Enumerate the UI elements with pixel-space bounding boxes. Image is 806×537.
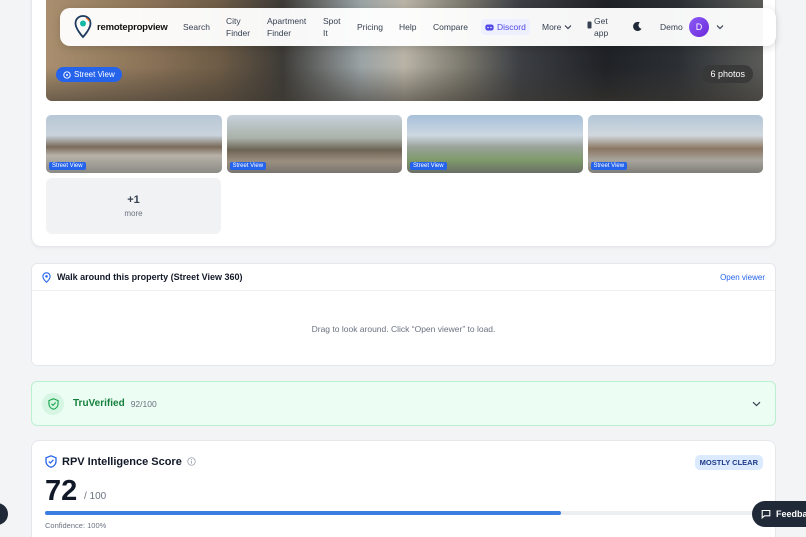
more-photos-label: more [124,209,143,218]
truverified-accordion[interactable]: TruVerified 92/100 [31,381,776,426]
nav-more-label: More [542,22,562,32]
street-view-360-header: Walk around this property (Street View 3… [32,264,775,291]
chat-bubble-icon [761,509,771,519]
thumbnail-3[interactable]: Street View [407,115,583,173]
thumbnail-4[interactable]: Street View [587,115,763,173]
more-photos-button[interactable]: +1 more [46,178,221,234]
user-avatar[interactable]: D [689,17,709,37]
chevron-down-icon[interactable] [752,401,761,407]
truverified-shield-icon [42,392,64,415]
intelligence-score-title: RPV Intelligence Score [62,456,182,468]
nav-discord-label: Discord [497,22,526,32]
shield-icon [45,455,57,468]
nav-more[interactable]: More [542,21,572,33]
discord-icon [485,24,494,30]
feedback-button[interactable]: Feedback [752,501,806,527]
nav-compare[interactable]: Compare [433,21,468,33]
open-viewer-link[interactable]: Open viewer [720,273,765,282]
nav-help[interactable]: Help [399,21,416,33]
street-view-360-hint[interactable]: Drag to look around. Click “Open viewer”… [32,324,775,334]
score-value: 72 [45,475,78,507]
feedback-label: Feedback [776,509,806,519]
more-photos-count: +1 [127,194,140,206]
user-menu-chevron-down-icon[interactable] [716,24,724,30]
nav-search[interactable]: Search [183,21,210,33]
thumb-street-view-badge: Street View [229,162,267,170]
thumbnail-2[interactable]: Street View [226,115,402,173]
street-view-icon [63,70,71,79]
score-max: / 100 [84,491,107,502]
street-view-360-title: Walk around this property (Street View 3… [57,272,243,282]
intelligence-score-card: RPV Intelligence Score MOSTLY CLEAR 72 /… [31,440,776,537]
thumbnail-1[interactable]: Street View [46,115,222,173]
map-pin-icon [42,271,51,283]
photos-count-badge[interactable]: 6 photos [702,65,753,83]
chevron-down-icon [564,25,572,30]
logo[interactable]: remotepropview [74,15,179,39]
status-badge: MOSTLY CLEAR [694,455,763,470]
top-navbar: remotepropview Search City Finder Apartm… [60,8,776,46]
user-name[interactable]: Demo [660,21,683,33]
nav-get-app-label: Get app [594,16,609,38]
confidence-text: Confidence: 100% [45,521,107,530]
logo-text: remotepropview [97,21,168,33]
street-view-badge-label: Street View [74,70,115,79]
floating-action-button[interactable] [0,503,8,525]
truverified-title: TruVerified [73,398,125,409]
street-view-badge: Street View [56,67,122,82]
thumb-street-view-badge: Street View [410,162,447,170]
street-view-360-card: Walk around this property (Street View 3… [31,263,776,366]
thumb-street-view-badge: Street View [49,162,86,170]
truverified-score: 92/100 [130,398,157,409]
info-icon[interactable] [187,457,196,466]
nav-pricing[interactable]: Pricing [357,21,383,33]
nav-apartment-finder[interactable]: Apartment Finder [267,15,315,39]
nav-get-app[interactable]: Get app [587,15,612,39]
nav-discord[interactable]: Discord [481,19,530,35]
nav-city-finder[interactable]: City Finder [226,15,260,39]
location-pin-logo-icon [74,15,92,39]
nav-spot-it[interactable]: Spot It [323,15,345,39]
thumb-street-view-badge: Street View [590,162,628,170]
phone-icon [587,21,592,29]
dark-mode-moon-icon[interactable] [632,21,643,32]
score-progress-fill [45,511,562,515]
thumbnail-strip: Street View Street View Street View Stre… [46,115,763,173]
score-progress-bar [45,511,762,515]
